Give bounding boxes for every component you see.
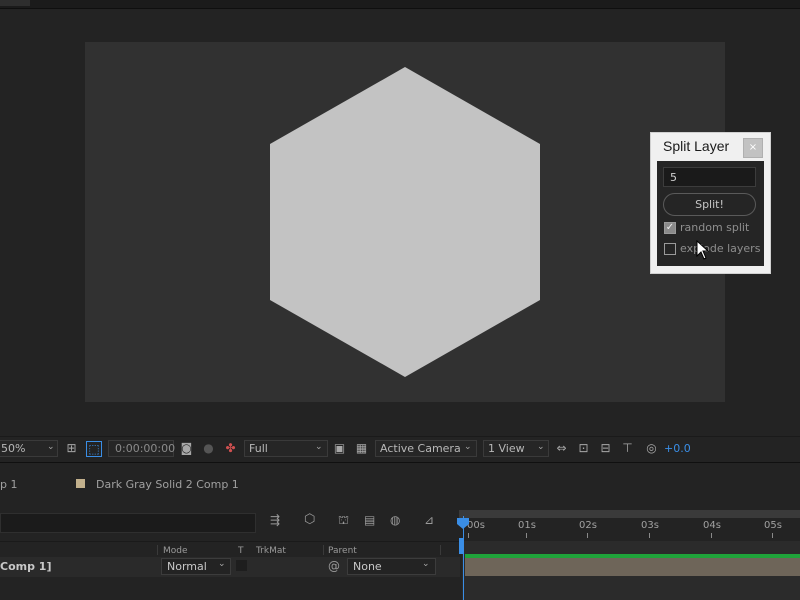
color-channels-icon[interactable]: ✤ [223, 441, 238, 456]
viewer-toolbar: 50% ⌄ ⊞ ⬚ 0:00:00:00 ◙ ● ✤ Full ⌄ ▣ ▦ Ac… [0, 436, 800, 461]
panel-title: Split Layer [663, 138, 730, 154]
random-split-checkbox[interactable]: ✓ [664, 222, 676, 234]
draft-3d-icon[interactable]: ⬡ [304, 512, 315, 527]
timecode-field[interactable]: 0:00:00:00 [108, 440, 175, 457]
chevron-down-icon: ⌄ [47, 442, 55, 452]
time-tick-mark [587, 533, 588, 538]
column-t: T [238, 546, 244, 556]
time-tick-label: 02s [579, 520, 597, 531]
resolution-select[interactable]: Full ⌄ [244, 440, 328, 457]
parent-pickwhip-icon[interactable]: @ [328, 559, 340, 573]
split-count-input[interactable]: 5 [663, 167, 756, 187]
zoom-select[interactable]: 50% ⌄ [0, 440, 58, 457]
toggle-transparency-icon[interactable]: ▦ [354, 441, 369, 456]
camera-select[interactable]: Active Camera ⌄ [375, 440, 477, 457]
time-tick-mark [468, 533, 469, 538]
graph-editor-icon[interactable]: ⊿ [424, 513, 434, 527]
work-area-bar[interactable] [459, 510, 800, 518]
camera-snapshot-icon[interactable]: ◙ [179, 441, 194, 456]
timeline-icon[interactable]: ⊟ [598, 441, 613, 456]
column-trkmat: TrkMat [256, 546, 286, 556]
comp-tab-1[interactable]: p 1 [0, 478, 17, 491]
column-divider [157, 545, 158, 555]
time-tick-label: 01s [518, 520, 536, 531]
preserve-transparency-toggle[interactable] [236, 560, 247, 571]
fast-previews-icon[interactable]: ▣ [332, 441, 347, 456]
flowchart-icon[interactable]: ⊤ [620, 441, 635, 456]
fast-preview-options-icon[interactable]: ⊡ [576, 441, 591, 456]
split-layer-panel: Split Layer × 5 Split! ✓ random split ex… [650, 132, 771, 274]
explode-layers-label: explode layers [680, 242, 761, 255]
exposure-value[interactable]: +0.0 [664, 442, 691, 455]
transparency-grid-icon[interactable]: ⬚ [86, 441, 102, 457]
frame-blending-icon[interactable]: ▤ [364, 513, 375, 527]
view-layout-select[interactable]: 1 View ⌄ [483, 440, 549, 457]
viewer-tab[interactable] [0, 0, 30, 6]
timeline-column-headers: Mode T TrkMat Parent [0, 541, 460, 558]
column-mode: Mode [163, 546, 188, 556]
time-tick-mark [772, 533, 773, 538]
playhead-head-icon[interactable] [456, 518, 470, 530]
column-divider [440, 545, 441, 555]
viewer-top-strip [0, 0, 800, 9]
time-tick-label: 04s [703, 520, 721, 531]
random-split-label: random split [680, 221, 750, 234]
time-tick-mark [526, 533, 527, 538]
time-tick-label: 05s [764, 520, 782, 531]
layer-name[interactable]: Comp 1] [0, 560, 51, 573]
comp-tab-2[interactable]: Dark Gray Solid 2 Comp 1 [96, 478, 239, 491]
hexagon-shape-layer[interactable] [270, 67, 542, 379]
comp-flowchart-icon[interactable]: ⇶ [270, 513, 280, 527]
parent-select[interactable]: None ⌄ [347, 558, 436, 575]
chevron-down-icon: ⌄ [464, 442, 472, 452]
chevron-down-icon: ⌄ [218, 559, 226, 569]
time-tick-mark [711, 533, 712, 538]
motion-blur-icon[interactable]: ◍ [390, 513, 400, 527]
shy-layers-icon[interactable]: ⛫ [338, 513, 349, 529]
chevron-down-icon: ⌄ [315, 442, 323, 452]
explode-layers-checkbox[interactable] [664, 243, 676, 255]
panel-body: 5 Split! ✓ random split explode layers [657, 161, 764, 266]
show-snapshot-icon[interactable]: ● [201, 441, 216, 456]
toggle-pixel-aspect-icon[interactable]: ⇔ [554, 441, 569, 456]
layer-duration-bar[interactable] [465, 558, 800, 576]
column-parent: Parent [328, 546, 357, 556]
region-of-interest-icon[interactable]: ⊞ [64, 441, 79, 456]
time-tick-mark [649, 533, 650, 538]
column-divider [323, 545, 324, 555]
reset-exposure-icon[interactable]: ◎ [644, 441, 659, 456]
split-button[interactable]: Split! [663, 193, 756, 216]
layer-search-input[interactable] [0, 513, 256, 533]
chevron-down-icon: ⌄ [422, 559, 430, 569]
time-tick-label: 03s [641, 520, 659, 531]
layer-row[interactable]: Comp 1] Normal ⌄ @ None ⌄ [0, 557, 460, 577]
close-button[interactable]: × [743, 138, 763, 158]
mouse-cursor-icon [696, 240, 710, 260]
composition-tabs: p 1 Dark Gray Solid 2 Comp 1 [0, 462, 800, 509]
label-color-swatch [76, 479, 85, 488]
chevron-down-icon: ⌄ [537, 442, 545, 452]
layer-mode-select[interactable]: Normal ⌄ [161, 558, 231, 575]
